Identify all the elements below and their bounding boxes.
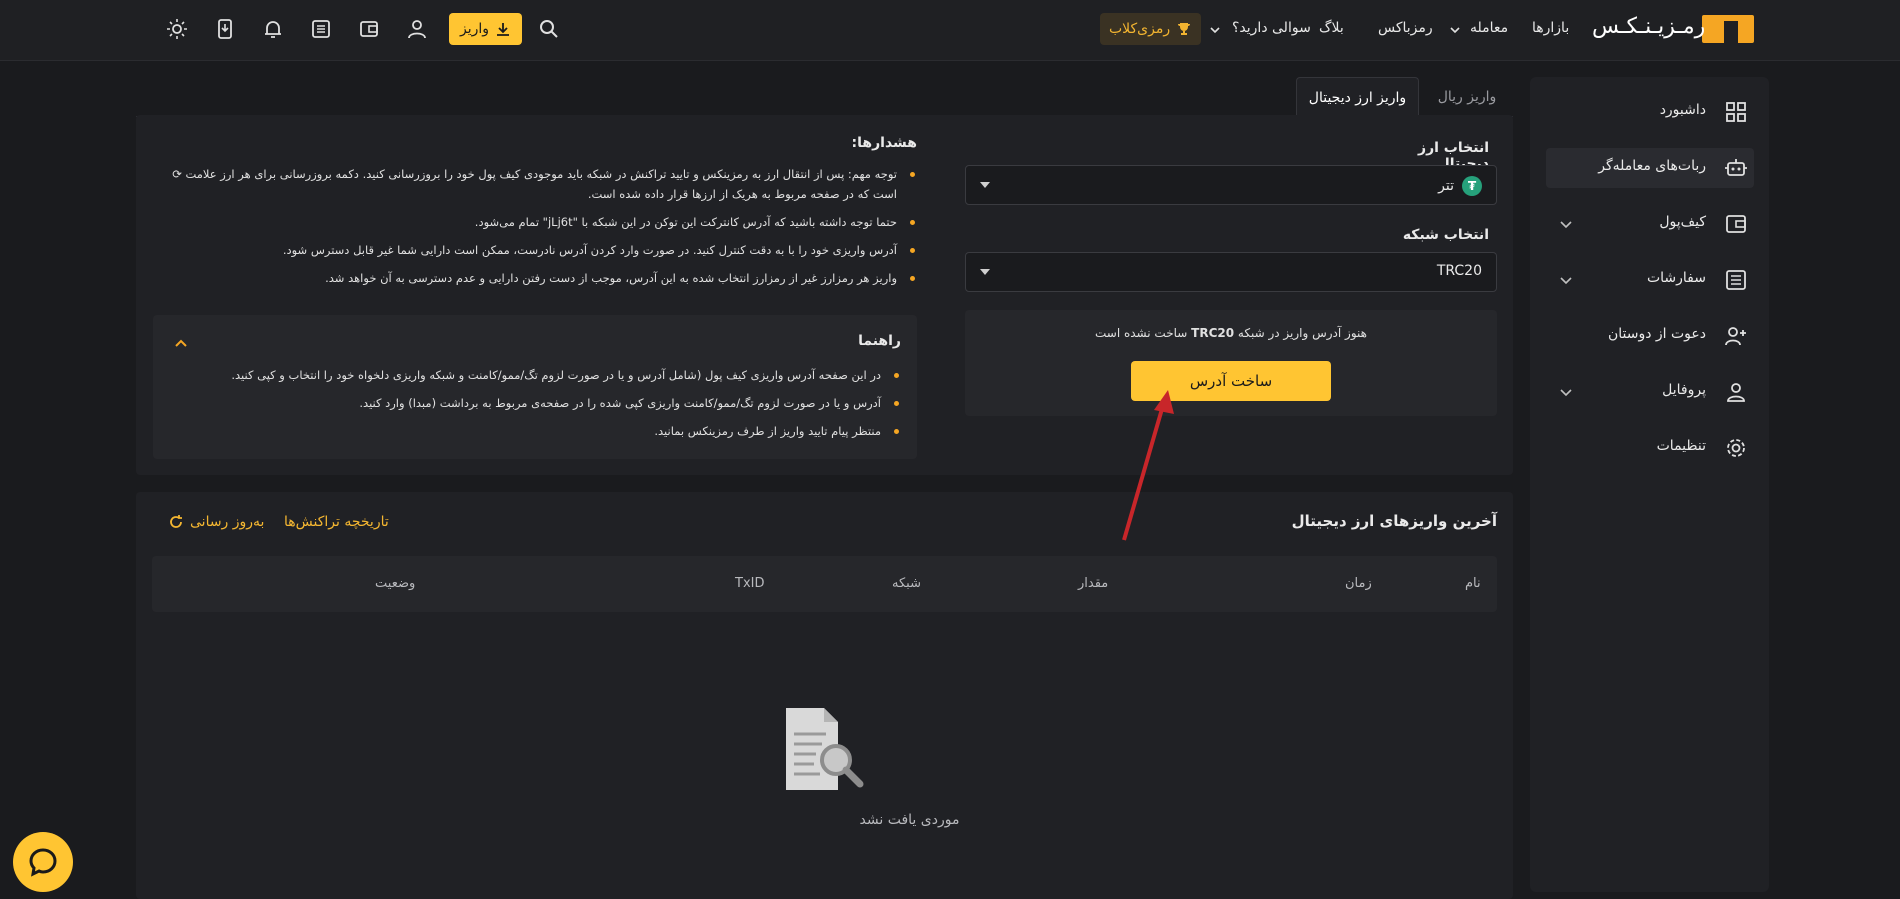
address-status-text: هنوز آدرس واریز در شبکه TRC20 ساخت نشده … [1094, 326, 1367, 340]
nav-faq-chevron-down-icon[interactable] [1208, 23, 1222, 37]
chevron-up-icon[interactable] [173, 335, 189, 351]
chevron-down-icon[interactable] [1558, 384, 1574, 400]
build-address-button[interactable]: ساخت آدرس [1131, 361, 1331, 401]
chat-bubble-icon [29, 848, 57, 877]
column-time: زمان [1345, 576, 1372, 591]
sidebar-item-label: پروفایل [1662, 382, 1706, 398]
ramzi-club-button[interactable]: رمزی‌کلاب [1100, 13, 1201, 45]
search-icon[interactable] [538, 18, 560, 40]
column-network: شبکه [892, 576, 921, 591]
sidebar-item-label: سفارشات [1646, 270, 1706, 286]
guide-panel: راهنما در این صفحه آدرس واریزی کیف پول (… [153, 315, 917, 459]
tab-digital-deposit[interactable]: واریز ارز دیجیتال [1296, 77, 1419, 117]
sidebar-item-label: ربات‌های معامله‌گر [1598, 158, 1706, 174]
chevron-down-icon[interactable] [1558, 272, 1574, 288]
sidebar-item-invite-friends[interactable]: دعوت از دوستان [1546, 316, 1754, 356]
refresh-label: به‌روز رسانی [190, 514, 265, 530]
warning-item: حتما توجه داشته باشید که آدرس کانترکت ای… [155, 212, 917, 232]
orders-list-icon [1726, 270, 1746, 290]
support-chat-button[interactable] [13, 832, 73, 892]
logo-text: رمـزیـنـکـس [1592, 14, 1706, 39]
settings-gear-icon [1727, 439, 1745, 457]
warning-item: واریز هر رمزارز غیر از رمزارز انتخاب شده… [155, 268, 917, 288]
header-deposit-label: واریز [459, 21, 490, 37]
sidebar-item-label: داشبورد [1659, 102, 1706, 118]
warning-item: آدرس واریزی خود را با به دقت کنترل کنید.… [155, 240, 917, 260]
network-select-label: انتخاب شبکه [1402, 227, 1489, 243]
caret-down-icon [980, 269, 990, 275]
column-amount: مقدار [1078, 576, 1109, 591]
refresh-icon [170, 515, 182, 528]
latest-deposits-panel: آخرین واریزهای ارز دیجیتال تاریخچه تراکن… [136, 492, 1513, 899]
currency-select[interactable]: ₮ تتر [965, 165, 1497, 205]
sidebar-item-trading-bots[interactable]: ربات‌های معامله‌گر [1546, 148, 1754, 188]
caret-down-icon [980, 182, 990, 188]
column-txid: TxID [735, 576, 765, 591]
sidebar-item-settings[interactable]: تنظیمات [1546, 428, 1754, 468]
no-results-document-icon [786, 708, 864, 790]
warnings-list: توجه مهم: پس از انتقال ارز به رمزینکس و … [155, 164, 917, 296]
guide-item: در این صفحه آدرس واریزی کیف پول (شامل آد… [153, 365, 901, 385]
orders-icon[interactable] [310, 18, 332, 40]
bell-icon[interactable] [262, 18, 284, 40]
tab-rial-deposit[interactable]: واریز ریال [1427, 77, 1507, 117]
robot-icon [1725, 159, 1747, 176]
nav-markets[interactable]: بازارها [1532, 20, 1569, 36]
wallet-icon[interactable] [358, 18, 380, 40]
warning-item: توجه مهم: پس از انتقال ارز به رمزینکس و … [155, 164, 917, 204]
invite-user-icon [1725, 327, 1746, 346]
column-status: وضعیت [375, 576, 416, 591]
warnings-title: هشدارها: [851, 135, 917, 151]
theme-sun-icon[interactable] [166, 18, 188, 40]
sidebar-item-label: کیف‌پول [1659, 214, 1706, 230]
network-select[interactable]: TRC20 [965, 252, 1497, 292]
guide-item: آدرس و یا در صورت لزوم تگ/ممو/کامنت واری… [153, 393, 901, 413]
download-app-icon[interactable] [214, 18, 236, 40]
currency-select-value: تتر [1438, 178, 1454, 194]
guide-item: منتظر پیام تایید واریز از طرف رمزینکس بم… [153, 421, 901, 441]
address-box: هنوز آدرس واریز در شبکه TRC20 ساخت نشده … [965, 310, 1497, 416]
header-deposit-button[interactable]: واریز [449, 13, 522, 45]
sidebar-item-orders[interactable]: سفارشات [1546, 260, 1754, 300]
latest-deposits-title: آخرین واریزهای ارز دیجیتال [1291, 512, 1497, 530]
sidebar: داشبورد ربات‌های معامله‌گر کیف‌پول سفارش… [1530, 77, 1769, 892]
empty-state-text: موردی یافت نشد [859, 812, 960, 828]
nav-trade-chevron-down-icon[interactable] [1448, 23, 1462, 37]
deposits-table-header: نام زمان مقدار شبکه TxID وضعیت [152, 556, 1497, 612]
sidebar-item-label: دعوت از دوستان [1607, 326, 1706, 342]
nav-trade[interactable]: معامله [1470, 20, 1508, 36]
wallet-icon [1726, 215, 1746, 233]
chevron-down-icon[interactable] [1558, 216, 1574, 232]
profile-icon [1727, 383, 1745, 402]
nav-ramzbox[interactable]: رمزباکس [1378, 20, 1433, 36]
logo-icon[interactable] [1702, 15, 1754, 43]
tether-icon: ₮ [1462, 176, 1482, 196]
top-header: رمـزیـنـکـس بازارها معامله رمزباکس بلاگ … [0, 0, 1900, 61]
dashboard-grid-icon [1726, 102, 1746, 122]
deposit-tabs: واریز ارز دیجیتال واریز ریال [136, 77, 1513, 117]
sidebar-item-label: تنظیمات [1656, 438, 1706, 454]
sidebar-item-profile[interactable]: پروفایل [1546, 372, 1754, 412]
ramzi-club-label: رمزی‌کلاب [1108, 21, 1171, 37]
sidebar-item-wallet[interactable]: کیف‌پول [1546, 204, 1754, 244]
column-name: نام [1465, 576, 1481, 591]
guide-list: در این صفحه آدرس واریزی کیف پول (شامل آد… [153, 365, 901, 449]
user-icon[interactable] [406, 18, 428, 40]
trophy-icon [1178, 23, 1191, 35]
guide-title: راهنما [858, 333, 901, 349]
network-select-value: TRC20 [1436, 263, 1482, 279]
refresh-link[interactable]: به‌روز رسانی [168, 514, 264, 530]
sidebar-item-dashboard[interactable]: داشبورد [1546, 92, 1754, 132]
transaction-history-link[interactable]: تاریخچه تراکنش‌ها [284, 514, 389, 530]
nav-faq[interactable]: سوالی دارید؟ [1232, 20, 1311, 36]
download-icon [497, 23, 510, 36]
nav-blog[interactable]: بلاگ [1319, 20, 1344, 36]
